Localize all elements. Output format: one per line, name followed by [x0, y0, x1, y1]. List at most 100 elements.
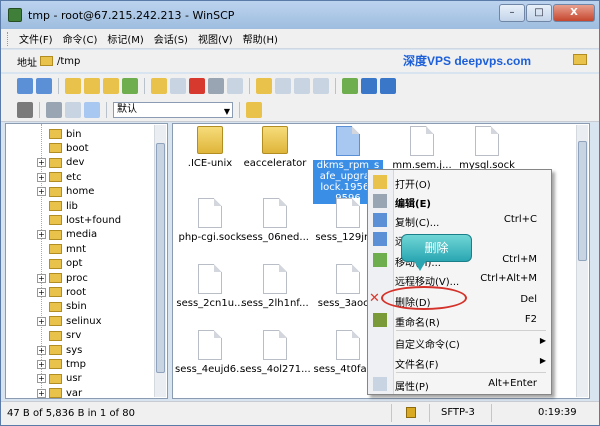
- tree-item-etc[interactable]: + etc: [6, 170, 82, 184]
- upload-icon[interactable]: [342, 78, 358, 94]
- rename-icon[interactable]: [227, 78, 243, 94]
- file-item[interactable]: php-cgi.sock: [175, 198, 245, 243]
- tree-scrollbar-thumb[interactable]: [156, 143, 165, 373]
- folder-icon: [197, 126, 223, 154]
- transfer-settings-combo[interactable]: 默认 ▼: [113, 101, 233, 118]
- expand-icon[interactable]: +: [37, 374, 46, 384]
- close-button[interactable]: X: [553, 4, 595, 22]
- menu-item[interactable]: 打开(O): [368, 172, 551, 192]
- file-item[interactable]: sess_4eujd6...: [175, 330, 246, 375]
- tree-item-label: lib: [66, 200, 78, 212]
- folder-icon: [49, 301, 62, 312]
- expand-icon[interactable]: +: [37, 287, 46, 297]
- menu-session[interactable]: 会话(S): [149, 29, 193, 48]
- toolbar-grip[interactable]: [7, 31, 10, 46]
- properties-icon: [373, 377, 387, 391]
- tree-item-selinux[interactable]: + selinux: [6, 314, 102, 328]
- file-item[interactable]: .ICE-unix: [175, 126, 245, 169]
- expand-icon[interactable]: +: [37, 359, 46, 369]
- view-icon[interactable]: [65, 101, 81, 118]
- tree-item-opt[interactable]: opt: [6, 257, 82, 271]
- delete-icon[interactable]: [189, 78, 205, 94]
- title-bar[interactable]: tmp - root@67.215.242.213 - WinSCP – □ X: [1, 1, 599, 29]
- directory-tree[interactable]: bin boot + dev + etc + home lib lost+found + media m…: [5, 123, 168, 399]
- parent-dir-icon[interactable]: [65, 78, 81, 94]
- tree-item-sys[interactable]: + sys: [6, 343, 82, 357]
- forward-icon[interactable]: [36, 78, 52, 94]
- menu-item[interactable]: 远程移动(V)... Ctrl+Alt+M: [368, 269, 551, 289]
- file-item[interactable]: sess_2lh1nf...: [240, 264, 310, 309]
- files-scrollbar[interactable]: [576, 125, 588, 397]
- expand-icon[interactable]: +: [37, 316, 46, 326]
- tree-item-proc[interactable]: + proc: [6, 271, 88, 285]
- file-item[interactable]: sess_06ned...: [240, 198, 310, 243]
- file-item[interactable]: mm.sem.j...: [387, 126, 457, 171]
- gear-icon[interactable]: [17, 101, 33, 118]
- back-icon[interactable]: [17, 78, 33, 94]
- file-item[interactable]: sess_4ol271...: [240, 330, 311, 375]
- select-icon[interactable]: [275, 78, 291, 94]
- tree-item-tmp[interactable]: + tmp: [6, 357, 86, 371]
- tree-item-sbin[interactable]: sbin: [6, 300, 87, 314]
- tree-item-var[interactable]: + var: [6, 386, 82, 398]
- menu-item[interactable]: 复制(C)... Ctrl+C: [368, 210, 551, 230]
- address-path[interactable]: /tmp: [57, 56, 80, 67]
- tree-item-bin[interactable]: bin: [6, 127, 81, 141]
- expand-icon[interactable]: +: [37, 388, 46, 398]
- tree-item-boot[interactable]: boot: [6, 141, 89, 155]
- status-divider: [429, 404, 430, 422]
- tree-item-srv[interactable]: srv: [6, 329, 81, 343]
- file-name: sess_2lh1nf...: [241, 298, 309, 309]
- expand-icon[interactable]: +: [37, 172, 46, 182]
- expand-icon[interactable]: +: [37, 230, 46, 240]
- sync-icon[interactable]: [361, 78, 377, 94]
- winscp-window: tmp - root@67.215.242.213 - WinSCP – □ X…: [0, 0, 600, 426]
- edit-icon[interactable]: [170, 78, 186, 94]
- expand-icon[interactable]: +: [37, 187, 46, 197]
- preferences-icon[interactable]: [46, 101, 62, 118]
- open-icon[interactable]: [151, 78, 167, 94]
- open-folder-icon[interactable]: [573, 54, 587, 65]
- tree-item-lostfound[interactable]: lost+found: [6, 213, 121, 227]
- expand-icon[interactable]: +: [37, 158, 46, 168]
- tree-item-mnt[interactable]: mnt: [6, 242, 86, 256]
- new-folder-icon[interactable]: [256, 78, 272, 94]
- tree-item-usr[interactable]: + usr: [6, 372, 82, 386]
- menu-item[interactable]: 自定义命令(C) ▶: [368, 332, 551, 352]
- menu-separator: [396, 372, 546, 373]
- home-dir-icon[interactable]: [103, 78, 119, 94]
- menu-help[interactable]: 帮助(H): [238, 29, 283, 48]
- tree-item-home[interactable]: + home: [6, 185, 94, 199]
- minimize-button[interactable]: –: [499, 4, 525, 22]
- expand-icon[interactable]: +: [37, 345, 46, 355]
- menu-file[interactable]: 文件(F): [14, 29, 58, 48]
- file-item[interactable]: eaccelerator: [240, 126, 310, 169]
- menu-item[interactable]: 文件名(F) ▶: [368, 352, 551, 372]
- tree-item-dev[interactable]: + dev: [6, 156, 84, 170]
- file-item[interactable]: sess_2cn1u...: [175, 264, 245, 309]
- menu-mark[interactable]: 标记(M): [102, 29, 148, 48]
- tree-item-media[interactable]: + media: [6, 228, 97, 242]
- lightning-icon[interactable]: [246, 101, 262, 118]
- files-scrollbar-thumb[interactable]: [578, 141, 587, 261]
- file-item[interactable]: mysql.sock: [452, 126, 522, 171]
- root-dir-icon[interactable]: [84, 78, 100, 94]
- refresh-icon[interactable]: [122, 78, 138, 94]
- tree-item-root[interactable]: + root: [6, 285, 86, 299]
- tree-toggle-icon[interactable]: [84, 101, 100, 118]
- menu-item[interactable]: 重命名(R) F2: [368, 310, 551, 330]
- tree-scrollbar[interactable]: [154, 125, 166, 397]
- menu-item[interactable]: 编辑(E): [368, 191, 551, 211]
- menu-commands[interactable]: 命令(C): [58, 29, 103, 48]
- properties-icon[interactable]: [208, 78, 224, 94]
- menu-item[interactable]: 属性(P) Alt+Enter: [368, 374, 551, 394]
- compare-icon[interactable]: [380, 78, 396, 94]
- maximize-button[interactable]: □: [526, 4, 552, 22]
- app-icon: [8, 8, 22, 22]
- tree-item-lib[interactable]: lib: [6, 199, 78, 213]
- select-all-icon[interactable]: [313, 78, 329, 94]
- menu-view[interactable]: 视图(V): [193, 29, 238, 48]
- expand-icon[interactable]: +: [37, 273, 46, 283]
- unselect-icon[interactable]: [294, 78, 310, 94]
- status-bar: 47 B of 5,836 B in 1 of 80 SFTP-3 0:19:3…: [1, 401, 599, 425]
